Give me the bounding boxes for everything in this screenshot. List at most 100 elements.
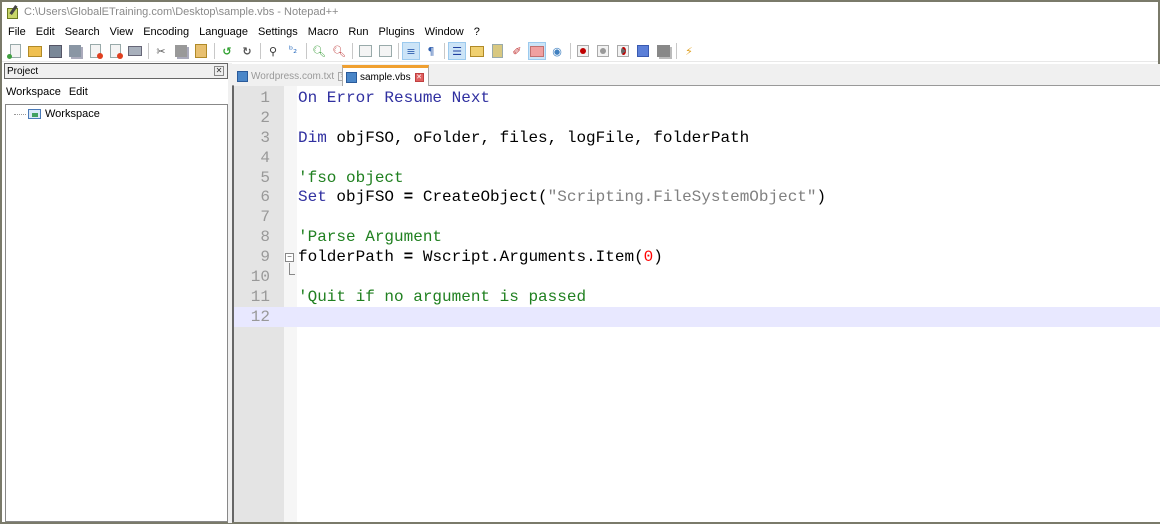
code-line[interactable]: 7 [234, 207, 1160, 227]
line-number: 12 [250, 307, 270, 326]
code-line[interactable]: 3 Dim objFSO, oFolder, files, logFile, fo… [234, 128, 1160, 148]
code-line[interactable]: 6 Set objFSO = CreateObject("Scripting.Fi… [234, 187, 1160, 207]
monitoring-icon[interactable]: ◉ [549, 43, 565, 59]
panel-menu-workspace[interactable]: Workspace [6, 86, 61, 98]
code-token: = [403, 248, 414, 267]
line-number: 7 [260, 208, 270, 227]
indent-guide-icon[interactable]: ☰ [448, 42, 466, 60]
word-wrap-icon[interactable]: ≡ [402, 42, 420, 60]
zoom-in-icon[interactable]: 🔍︎ [311, 43, 327, 59]
new-file-icon[interactable] [7, 43, 23, 59]
toolbar-separator [398, 43, 399, 59]
code-line[interactable]: 10 [234, 263, 1160, 287]
notepadpp-app-icon [6, 5, 20, 19]
close-icon[interactable] [87, 43, 103, 59]
code-token: objFSO [326, 188, 404, 207]
macro-record-icon[interactable] [575, 43, 591, 59]
code-line[interactable]: 8 'Parse Argument [234, 227, 1160, 247]
code-line[interactable]: 9 − folderPath = Wscript.Arguments.Item(0) [234, 247, 1160, 267]
show-all-characters-icon[interactable]: ¶ [423, 43, 439, 59]
tab-label: sample.vbs [360, 71, 411, 83]
code-line[interactable]: 2 [234, 108, 1160, 128]
toolbar-separator [570, 43, 571, 59]
code-text: Dim objFSO, oFolder, files, logFile, fol… [298, 129, 749, 147]
function-list-icon[interactable] [489, 43, 505, 59]
code-line[interactable]: 1 On Error Resume Next [234, 88, 1160, 108]
code-line[interactable]: 5 'fso object [234, 168, 1160, 188]
tab-sample-vbs[interactable]: sample.vbs ✕ [342, 65, 429, 86]
tree-connector [14, 113, 26, 115]
project-panel: Project ✕ Workspace Edit Workspace [4, 63, 228, 522]
menu-search[interactable]: Search [65, 26, 100, 38]
undo-icon[interactable]: ↺ [219, 43, 235, 59]
find-icon[interactable]: ⚲ [265, 43, 281, 59]
panel-close-icon[interactable]: ✕ [214, 66, 224, 76]
close-all-icon[interactable] [107, 43, 123, 59]
menu-edit[interactable]: Edit [36, 26, 55, 38]
code-line[interactable]: 12 [234, 306, 1160, 327]
copy-icon[interactable] [173, 43, 189, 59]
sync-horizontal-icon[interactable] [377, 43, 393, 59]
line-number: 9 [260, 248, 270, 267]
menu-help[interactable]: ? [474, 26, 480, 38]
project-panel-header: Project ✕ [4, 63, 228, 79]
open-file-icon[interactable] [27, 43, 43, 59]
menu-plugins[interactable]: Plugins [379, 26, 415, 38]
zoom-out-icon[interactable]: 🔍︎ [331, 43, 347, 59]
line-number: 4 [260, 148, 270, 167]
menu-window[interactable]: Window [425, 26, 464, 38]
code-editor[interactable]: 1 On Error Resume Next 2 3 Dim objFSO, oFold… [232, 86, 1160, 522]
save-icon[interactable] [47, 43, 63, 59]
save-all-icon[interactable] [67, 43, 83, 59]
menu-view[interactable]: View [110, 26, 134, 38]
macro-play-icon[interactable] [615, 43, 631, 59]
cut-icon[interactable]: ✂ [153, 43, 169, 59]
code-line[interactable]: 11 'Quit if no argument is passed [234, 287, 1160, 307]
code-token: 'Parse Argument [298, 228, 443, 247]
fold-toggle-icon[interactable]: − [285, 252, 294, 262]
menu-run[interactable]: Run [348, 26, 368, 38]
toolbar-separator [148, 43, 149, 59]
menu-language[interactable]: Language [199, 26, 248, 38]
code-token: Dim [298, 128, 327, 147]
code-token: CreateObject( [413, 188, 548, 207]
macro-run-multiple-icon[interactable] [635, 43, 651, 59]
code-token: ) [816, 188, 827, 207]
tab-wordpress-txt[interactable]: Wordpress.com.txt ✕ [234, 66, 352, 86]
code-text: Set objFSO = CreateObject("Scripting.Fil… [298, 188, 826, 206]
toolbar-separator [352, 43, 353, 59]
replace-icon[interactable]: ᵇ₂ [285, 43, 301, 59]
macro-save-icon[interactable] [655, 43, 671, 59]
line-number: 6 [260, 188, 270, 207]
menu-settings[interactable]: Settings [258, 26, 298, 38]
project-panel-icon[interactable] [528, 42, 546, 60]
toolbar: ✂ ↺ ↻ ⚲ ᵇ₂ 🔍︎ 🔍︎ ≡ ¶ ☰ ✐ ◉ ⚡ [2, 41, 1158, 62]
launch-icon[interactable]: ⚡ [681, 43, 697, 59]
title-bar: C:\Users\GlobalETraining.com\Desktop\sam… [2, 2, 1158, 22]
folder-as-workspace-icon[interactable]: ✐ [509, 43, 525, 59]
toolbar-separator [214, 43, 215, 59]
code-token: Set [298, 188, 327, 207]
line-number: 1 [260, 88, 270, 107]
menu-encoding[interactable]: Encoding [143, 26, 189, 38]
code-line[interactable]: 4 [234, 148, 1160, 168]
tab-close-icon[interactable]: ✕ [414, 72, 424, 82]
code-token: 0 [643, 248, 654, 267]
document-map-icon[interactable] [469, 43, 485, 59]
line-number: 8 [260, 228, 270, 247]
code-token: ) [653, 248, 663, 267]
menu-file[interactable]: File [8, 26, 26, 38]
redo-icon[interactable]: ↻ [239, 43, 255, 59]
project-panel-menu: Workspace Edit [4, 82, 96, 102]
tree-item-workspace[interactable]: Workspace [14, 108, 100, 120]
print-icon[interactable] [127, 43, 143, 59]
code-text: 'Parse Argument [298, 228, 442, 246]
sync-vertical-icon[interactable] [357, 43, 373, 59]
macro-stop-icon[interactable] [595, 43, 611, 59]
code-token: On Error Resume Next [298, 88, 491, 107]
panel-menu-edit[interactable]: Edit [69, 86, 88, 98]
tree-item-label: Workspace [45, 108, 100, 120]
paste-icon[interactable] [193, 43, 209, 59]
menu-macro[interactable]: Macro [308, 26, 339, 38]
line-number: 3 [260, 128, 270, 147]
